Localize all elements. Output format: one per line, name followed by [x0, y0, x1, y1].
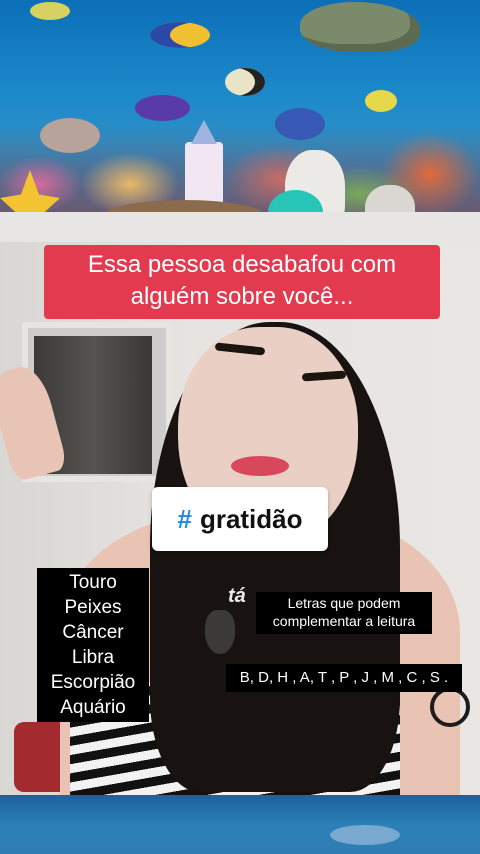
castle-toy — [185, 120, 223, 208]
fish-icon — [365, 90, 397, 112]
fish-icon — [135, 95, 190, 121]
fish-icon — [30, 2, 70, 20]
subtitle-word: tá — [228, 585, 246, 607]
hashtag-sticker[interactable]: # gratidão — [152, 487, 328, 551]
letters-note-label: Letras que podem complementar a leitura — [256, 592, 432, 634]
fish-icon — [40, 118, 100, 153]
sun-tattoo-icon — [430, 687, 470, 727]
headline-line-1: Essa pessoa desabafou com — [87, 251, 397, 278]
headline-caption: Essa pessoa desabafou com alguém sobre v… — [44, 245, 440, 319]
zodiac-signs-list: Touro Peixes Câncer Libra Escorpião Aquá… — [37, 568, 149, 722]
letters-note-line-2: complementar a leitura — [272, 613, 416, 629]
pendant-necklace — [205, 610, 235, 654]
sign-item: Peixes — [64, 597, 122, 618]
sign-item: Libra — [71, 647, 115, 668]
fish-icon — [150, 22, 210, 48]
bottom-aquarium-image — [0, 795, 480, 854]
hashtag-word: gratidão — [199, 503, 303, 534]
aquarium-background-image — [0, 0, 480, 242]
lips — [231, 456, 289, 476]
sign-item: Escorpião — [50, 672, 136, 693]
floor — [0, 212, 480, 242]
turtle-icon — [300, 2, 420, 52]
hashtag-icon: # — [177, 503, 192, 534]
sign-item: Touro — [69, 572, 117, 593]
headline-line-2: alguém sobre você... — [130, 283, 354, 310]
sign-item: Câncer — [62, 622, 124, 643]
letters-note-line-1: Letras que podem — [287, 595, 401, 611]
sign-item: Aquário — [60, 697, 126, 718]
fish-icon — [275, 108, 325, 140]
fish-icon — [225, 68, 265, 96]
letters-list: B, D, H , A, T , P , J , M , C , S . — [226, 664, 462, 692]
